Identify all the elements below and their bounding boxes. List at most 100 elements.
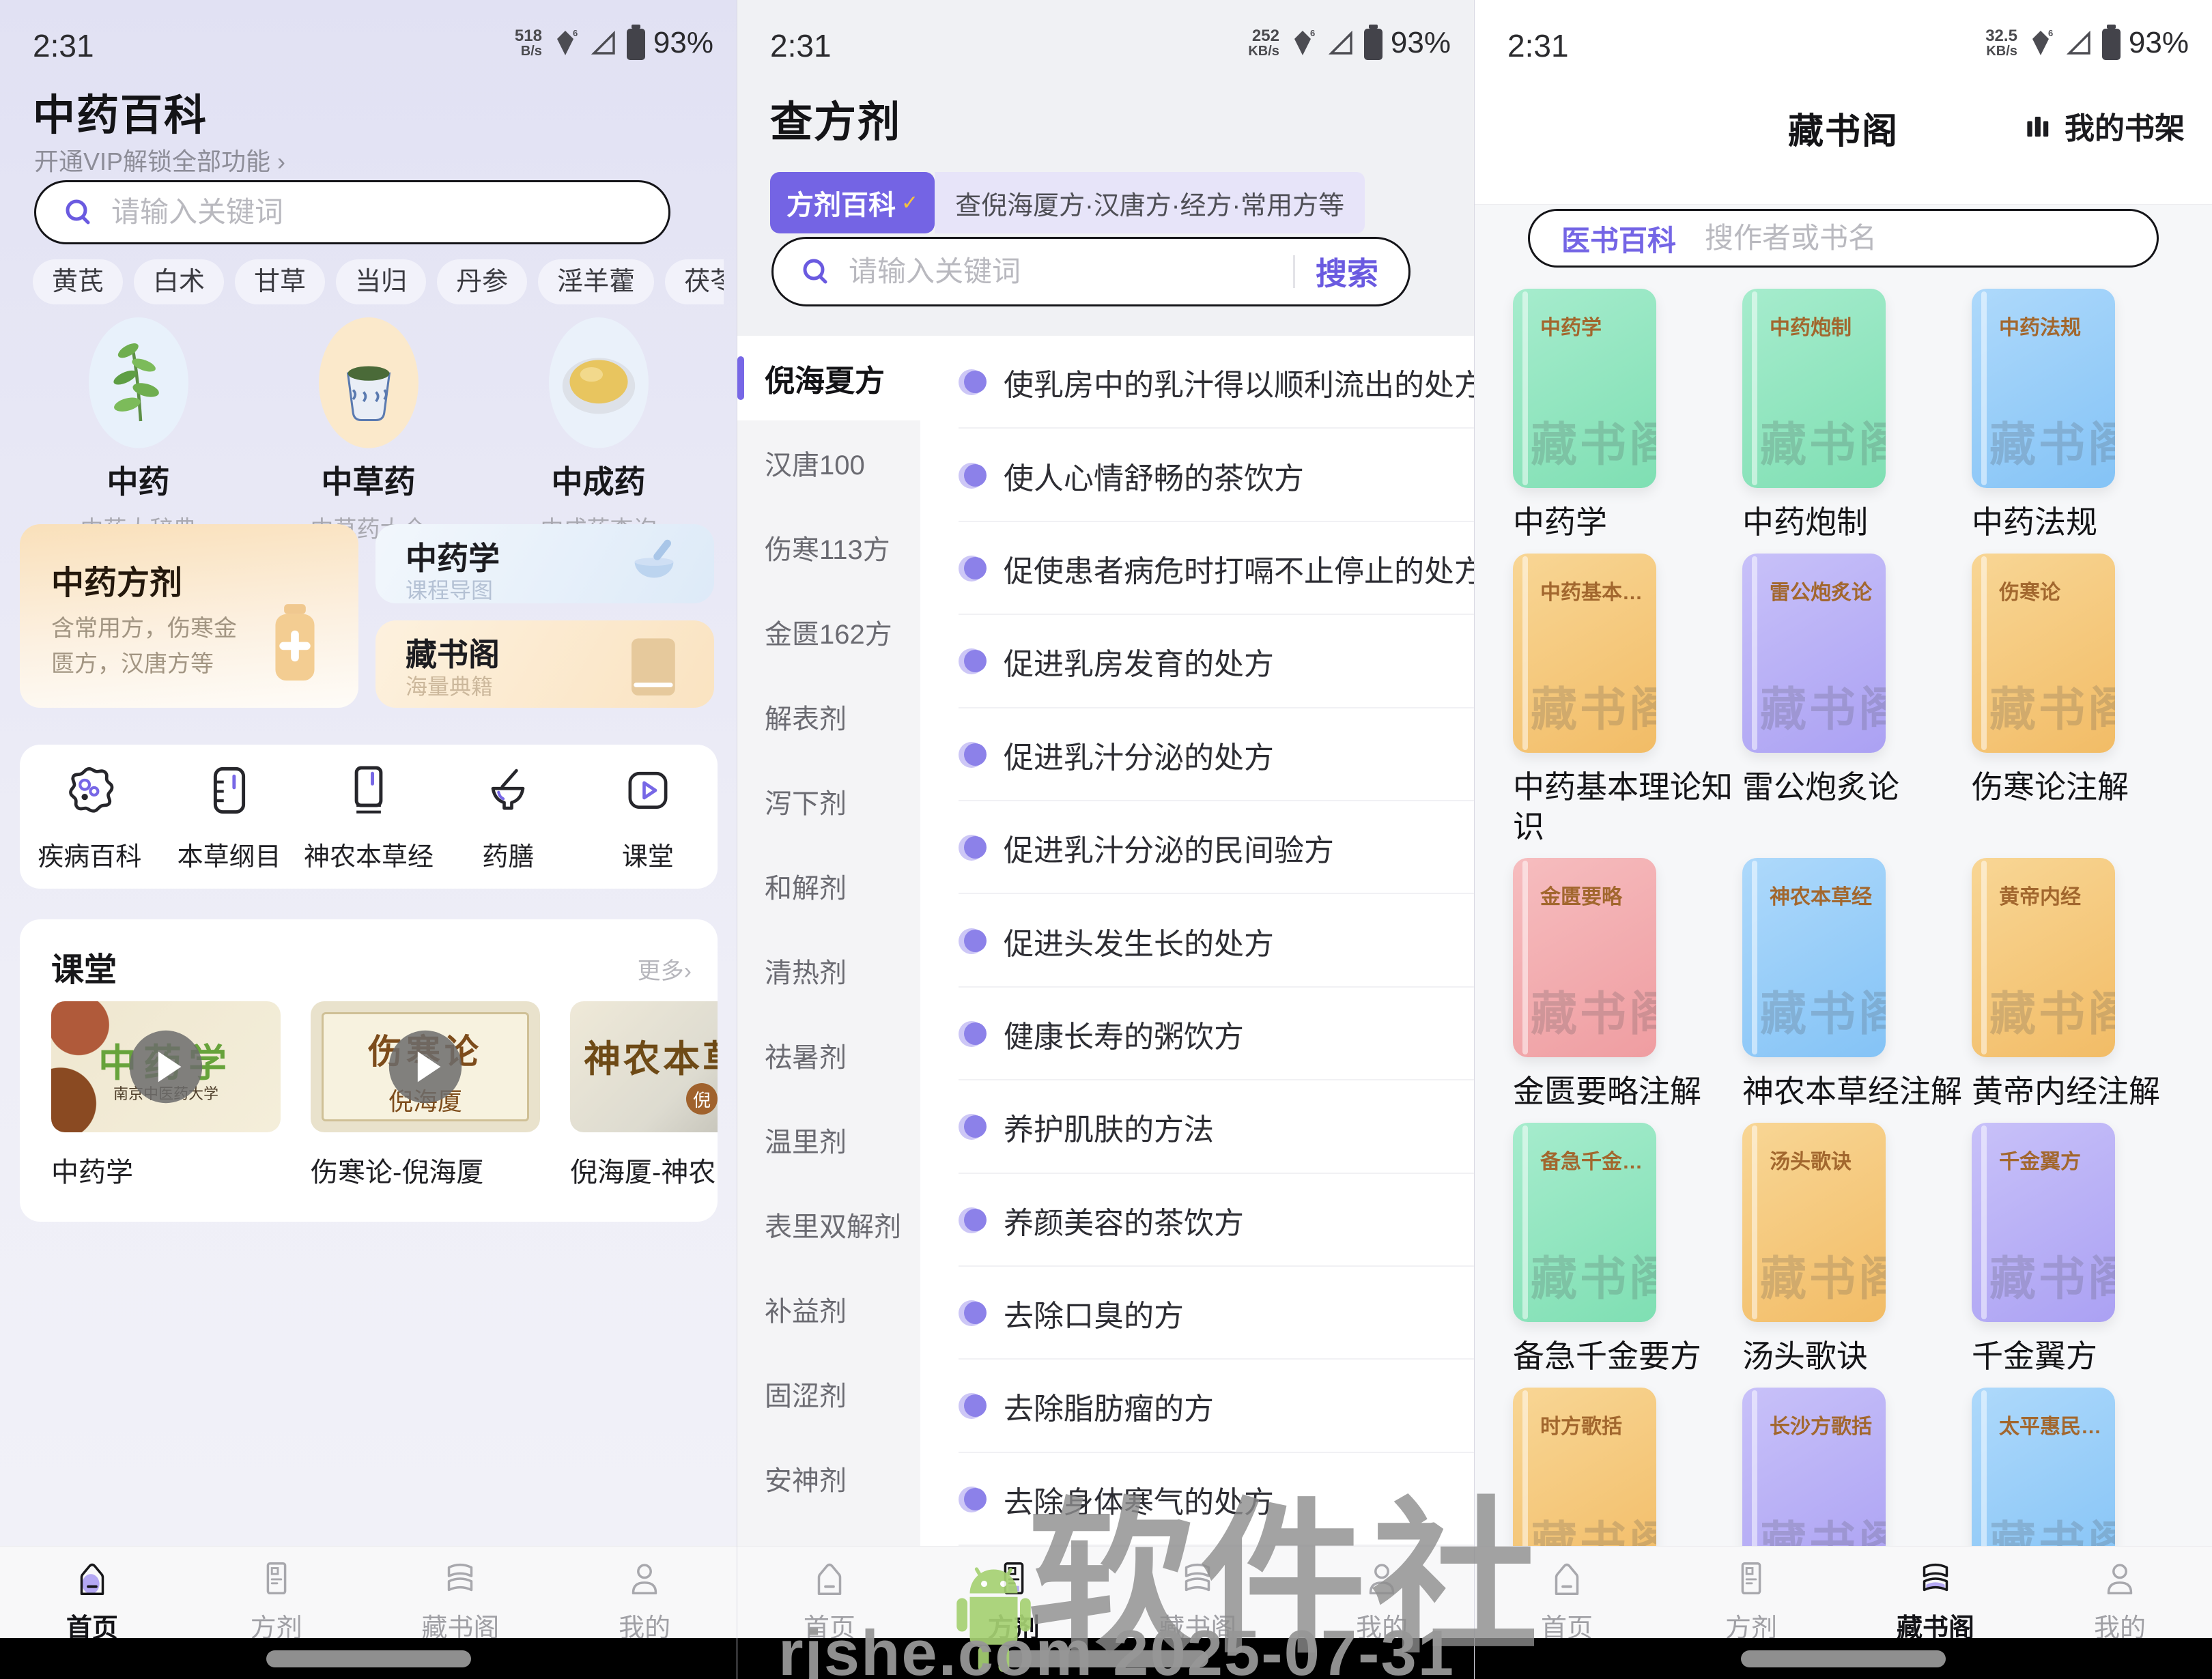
bottom-nav-library-panel: 首页 方剂 藏书阁 我的 <box>1475 1546 2212 1638</box>
nav-item[interactable]: 我的 <box>552 1547 737 1638</box>
formula-list-item[interactable]: 促进乳房发育的处方 › <box>920 615 1474 708</box>
nav-item[interactable]: 方剂 <box>184 1547 369 1638</box>
medicine-plate-image <box>547 315 651 446</box>
svg-text:6: 6 <box>1310 28 1315 38</box>
formula-list-item[interactable]: 健康长寿的粥饮方 › <box>920 988 1474 1080</box>
card-zhongyao-fangji[interactable]: 中药方剂 含常用方，伤寒金匮方，汉唐方等 <box>20 524 358 708</box>
nav-item[interactable]: 方剂 <box>1659 1547 1843 1638</box>
book-item[interactable]: 汤头歌诀 藏书阁 汤头歌诀 <box>1742 1123 1972 1377</box>
search-icon <box>62 196 95 229</box>
book-item[interactable]: 雷公炮炙论 藏书阁 雷公炮炙论 <box>1742 554 1972 847</box>
book-label: 黄帝内经注解 <box>1972 1072 2192 1112</box>
video-card[interactable]: 神农本草 倪 海 厦 倪海厦-神农 <box>570 1001 718 1190</box>
sidebar-category-item[interactable]: 泻下剂 <box>737 759 920 844</box>
book-item[interactable]: 中药学 藏书阁 中药学 <box>1513 289 1742 543</box>
network-speed: 32.5KB/s <box>1985 27 2017 59</box>
formula-list-item[interactable]: 去除脂肪瘤的方 › <box>920 1360 1474 1452</box>
book-item[interactable]: 中药炮制 藏书阁 中药炮制 <box>1742 289 1972 543</box>
formula-list-item[interactable]: 养护肌肤的方法 › <box>920 1080 1474 1173</box>
screen: 2:31 518B/s 6 93% 中药百科 开通VIP解锁全部功能 › 黄芪白… <box>0 0 2212 1679</box>
home-search-bar[interactable] <box>34 180 670 244</box>
vip-banner-link[interactable]: 开通VIP解锁全部功能 › <box>34 142 285 177</box>
formula-list-item[interactable]: 促进乳汁分泌的民间验方 › <box>920 801 1474 894</box>
feature-bencao[interactable]: 本草纲目 <box>159 760 298 873</box>
nav-icon <box>623 1558 666 1600</box>
book-item[interactable]: 中药法规 藏书阁 中药法规 <box>1972 289 2201 543</box>
feature-ketang[interactable]: 课堂 <box>578 760 718 873</box>
sidebar-category-item[interactable]: 表里双解剂 <box>737 1182 920 1267</box>
video-title: 倪海厦-神农 <box>570 1150 718 1190</box>
sidebar-category-item[interactable]: 倪海夏方 <box>737 336 920 420</box>
search-category-label[interactable]: 医书百科 <box>1561 218 1676 259</box>
formula-list-item[interactable]: 促使患者病危时打嗝不止停止的处方 › <box>920 522 1474 615</box>
nav-item[interactable]: 藏书阁 <box>1843 1547 2028 1638</box>
nav-item[interactable]: 藏书阁 <box>1106 1547 1290 1638</box>
category-zhongyao[interactable]: 中药 中药大辞典 <box>23 315 253 544</box>
nav-item[interactable]: 我的 <box>2028 1547 2212 1638</box>
nav-item[interactable]: 首页 <box>1475 1547 1659 1638</box>
nav-item[interactable]: 我的 <box>1290 1547 1474 1638</box>
book-item[interactable]: 金匮要略 藏书阁 金匮要略注解 <box>1513 858 1742 1112</box>
nav-icon <box>1176 1558 1219 1600</box>
home-indicator[interactable] <box>266 1650 471 1667</box>
book-item[interactable]: 神农本草经 藏书阁 神农本草经注解 <box>1742 858 1972 1112</box>
tag-chip[interactable]: 丹参 <box>437 259 527 304</box>
video-card[interactable]: 伤寒论 倪海厦 伤寒论-倪海厦 <box>311 1001 540 1190</box>
nav-item[interactable]: 藏书阁 <box>369 1547 553 1638</box>
more-link[interactable]: 更多› <box>638 952 692 986</box>
feature-shennong[interactable]: 神农本草经 <box>299 760 438 873</box>
home-indicator[interactable] <box>1004 1650 1208 1667</box>
book-item[interactable]: 伤寒论 藏书阁 伤寒论注解 <box>1972 554 2201 847</box>
sidebar-category-item[interactable]: 固涩剂 <box>737 1351 920 1436</box>
sidebar-category-item[interactable]: 清热剂 <box>737 928 920 1013</box>
category-zhongcaoyao[interactable]: 中草药 中草药大全 <box>253 315 483 544</box>
nav-item[interactable]: 方剂 <box>922 1547 1106 1638</box>
category-zhongchengyao[interactable]: 中成药 中成药查询 <box>483 315 713 544</box>
sidebar-category-item[interactable]: 祛暑剂 <box>737 1013 920 1097</box>
search-input[interactable] <box>111 196 668 229</box>
sidebar-category-item[interactable]: 金匮162方 <box>737 590 920 674</box>
sidebar-category-item[interactable]: 和解剂 <box>737 844 920 928</box>
sidebar-category-item[interactable]: 伤寒113方 <box>737 505 920 590</box>
search-button[interactable]: 搜索 <box>1316 249 1378 294</box>
library-search-bar[interactable]: 医书百科 <box>1528 209 2159 268</box>
formula-list-item[interactable]: 使人心情舒畅的茶饮方 › <box>920 429 1474 521</box>
card-cangshuge[interactable]: 藏书阁 海量典籍 <box>375 620 714 708</box>
formula-list-item[interactable]: 促进乳汁分泌的处方 › <box>920 708 1474 801</box>
video-card[interactable]: 中药学 南京中医药大学 中药学 <box>51 1001 281 1190</box>
search-input[interactable] <box>1705 222 2157 255</box>
tag-chip[interactable]: 白术 <box>134 259 224 304</box>
sidebar-category-item[interactable]: 安神剂 <box>737 1436 920 1521</box>
status-bar-icons: 252KB/s 6 93% <box>1248 26 1451 60</box>
bullet-icon <box>959 556 984 582</box>
feature-disease[interactable]: 疾病百科 <box>20 760 159 873</box>
tag-chip[interactable]: 淫羊藿 <box>538 259 654 304</box>
book-cover: 备急千金… 藏书阁 <box>1513 1123 1656 1322</box>
book-item[interactable]: 备急千金… 藏书阁 备急千金要方 <box>1513 1123 1742 1377</box>
home-indicator[interactable] <box>1741 1650 1946 1667</box>
my-bookshelf-button[interactable]: 我的书架 <box>2019 104 2185 147</box>
search-input[interactable] <box>849 255 1286 288</box>
tag-chip[interactable]: 当归 <box>336 259 426 304</box>
sidebar-category-item[interactable]: 温里剂 <box>737 1097 920 1182</box>
formula-list-item[interactable]: 促进头发生长的处方 › <box>920 894 1474 987</box>
book-item[interactable]: 千金翼方 藏书阁 千金翼方 <box>1972 1123 2201 1377</box>
fangji-search-bar[interactable]: 搜索 <box>771 237 1410 306</box>
sidebar-category-item[interactable]: 补益剂 <box>737 1267 920 1351</box>
tag-chip[interactable]: 黄芪 <box>33 259 123 304</box>
nav-item[interactable]: 首页 <box>737 1547 922 1638</box>
formula-list-item[interactable]: 去除身体寒气的处方 › <box>920 1453 1474 1546</box>
tag-chip[interactable]: 甘草 <box>235 259 325 304</box>
feature-yaoshan[interactable]: 药膳 <box>438 760 578 873</box>
card-zhongyaoxue[interactable]: 中药学 课程导图 <box>375 524 714 603</box>
formula-list-item[interactable]: 使乳房中的乳汁得以顺利流出的处方 › <box>920 336 1474 429</box>
formula-list-item[interactable]: 去除口臭的方 › <box>920 1267 1474 1360</box>
sidebar-category-item[interactable]: 汉唐100 <box>737 420 920 505</box>
formula-list-item[interactable]: 养颜美容的茶饮方 › <box>920 1174 1474 1267</box>
book-cover: 金匮要略 藏书阁 <box>1513 858 1656 1057</box>
book-item[interactable]: 黄帝内经 藏书阁 黄帝内经注解 <box>1972 858 2201 1112</box>
tag-chip[interactable]: 茯苓 <box>665 259 724 304</box>
nav-item[interactable]: 首页 <box>0 1547 184 1638</box>
book-item[interactable]: 中药基本… 藏书阁 中药基本理论知识 <box>1513 554 1742 847</box>
sidebar-category-item[interactable]: 解表剂 <box>737 674 920 759</box>
